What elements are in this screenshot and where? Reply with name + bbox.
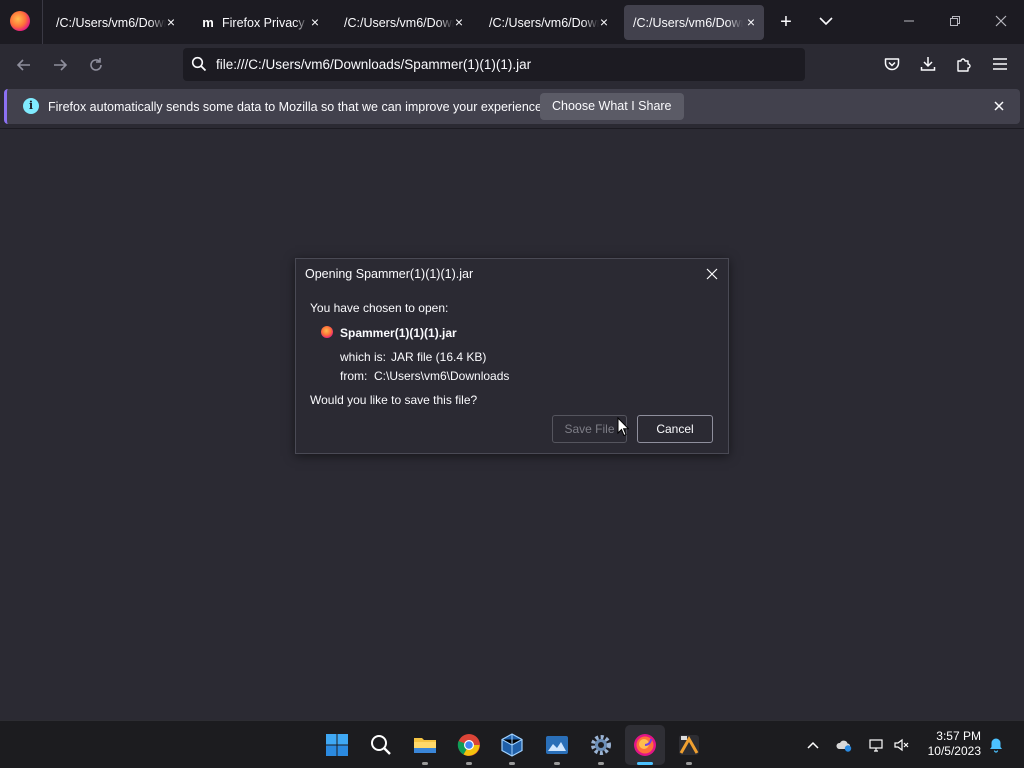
tab-close-icon[interactable]: × <box>164 15 178 29</box>
tab-label: Firefox Privacy Notice <box>222 15 308 30</box>
chevron-down-icon[interactable] <box>818 13 834 29</box>
tab-firefox-privacy[interactable]: m Firefox Privacy Notice × <box>190 5 328 40</box>
tab-label: /C:/Users/vm6/Downloads/ <box>489 15 599 30</box>
virtualbox-icon[interactable] <box>500 733 524 757</box>
dialog-close-icon[interactable] <box>705 267 719 281</box>
running-indicator <box>422 762 428 765</box>
reload-icon[interactable] <box>87 56 105 74</box>
minimize-icon[interactable] <box>902 14 916 28</box>
app-icon[interactable] <box>677 733 701 757</box>
open-file-dialog: Opening Spammer(1)(1)(1).jar You have ch… <box>295 258 729 454</box>
tab-close-icon[interactable]: × <box>744 15 758 29</box>
file-type-value: JAR file (16.4 KB) <box>391 350 487 364</box>
extensions-icon[interactable] <box>955 55 973 73</box>
running-indicator <box>554 762 560 765</box>
volume-muted-icon[interactable] <box>893 737 909 753</box>
tab-label: /C:/Users/vm6/Downloads/ <box>633 15 743 30</box>
tab-label: /C:/Users/vm6/Downloads/ <box>56 15 166 30</box>
notification-message: Firefox automatically sends some data to… <box>48 100 546 114</box>
navigation-bar: file:///C:/Users/vm6/Downloads/Spammer(1… <box>0 44 1024 86</box>
new-tab-plus-icon[interactable]: + <box>776 12 796 32</box>
content-divider <box>0 128 1024 129</box>
running-indicator <box>509 762 515 765</box>
firefox-logo-icon[interactable] <box>10 11 30 31</box>
file-explorer-icon[interactable] <box>413 733 437 757</box>
tab-downloads-2[interactable]: /C:/Users/vm6/Downloads/ × <box>334 5 472 40</box>
cancel-button[interactable]: Cancel <box>637 415 713 443</box>
active-indicator <box>637 762 653 765</box>
hamburger-menu-icon[interactable] <box>991 55 1009 73</box>
source-path-value: C:\Users\vm6\Downloads <box>374 369 510 383</box>
start-icon[interactable] <box>325 733 349 757</box>
url-text[interactable]: file:///C:/Users/vm6/Downloads/Spammer(1… <box>216 57 531 72</box>
tab-close-icon[interactable]: × <box>308 15 322 29</box>
chevron-up-icon[interactable] <box>805 737 821 753</box>
save-question: Would you like to save this file? <box>310 393 478 407</box>
clock-date: 10/5/2023 <box>927 744 981 758</box>
data-collection-notification: i Firefox automatically sends some data … <box>4 89 1020 124</box>
system-clock[interactable]: 3:57 PM 10/5/2023 <box>928 729 981 759</box>
tab-label: /C:/Users/vm6/Downloads/ <box>344 15 454 30</box>
firefox-icon[interactable] <box>633 733 657 757</box>
photos-icon[interactable] <box>545 733 569 757</box>
info-icon: i <box>23 98 39 114</box>
mozilla-m-icon: m <box>202 14 214 30</box>
notification-close-icon[interactable] <box>992 99 1006 113</box>
notification-bell-icon[interactable] <box>988 737 1004 753</box>
windows-taskbar: 3:57 PM 10/5/2023 <box>0 720 1024 768</box>
dialog-title: Opening Spammer(1)(1)(1).jar <box>305 267 474 281</box>
tab-strip-separator <box>42 0 43 44</box>
pocket-icon[interactable] <box>883 55 901 73</box>
address-bar[interactable]: file:///C:/Users/vm6/Downloads/Spammer(1… <box>183 48 805 81</box>
save-file-button[interactable]: Save File <box>552 415 627 443</box>
running-indicator <box>598 762 604 765</box>
chrome-icon[interactable] <box>457 733 481 757</box>
file-name: Spammer(1)(1)(1).jar <box>340 326 457 340</box>
search-icon[interactable] <box>369 733 393 757</box>
back-arrow-icon[interactable] <box>15 56 33 74</box>
running-indicator <box>466 762 472 765</box>
search-icon <box>191 56 207 72</box>
network-icon[interactable] <box>868 737 884 753</box>
downloads-icon[interactable] <box>919 55 937 73</box>
tab-downloads-1[interactable]: /C:/Users/vm6/Downloads/ × <box>46 5 184 40</box>
cloud-info-icon[interactable] <box>836 737 852 753</box>
restore-icon[interactable] <box>948 14 962 28</box>
tab-strip: /C:/Users/vm6/Downloads/ × m Firefox Pri… <box>0 0 1024 44</box>
which-is-label: which is: <box>340 350 387 364</box>
running-indicator <box>686 762 692 765</box>
from-label: from: <box>340 369 368 383</box>
tab-close-icon[interactable]: × <box>597 15 611 29</box>
chosen-to-open-label: You have chosen to open: <box>310 301 449 315</box>
tab-close-icon[interactable]: × <box>452 15 466 29</box>
firefox-file-icon <box>321 326 333 338</box>
window-close-icon[interactable] <box>994 14 1008 28</box>
forward-arrow-icon[interactable] <box>51 56 69 74</box>
tab-downloads-3[interactable]: /C:/Users/vm6/Downloads/ × <box>479 5 617 40</box>
settings-icon[interactable] <box>589 733 613 757</box>
tab-downloads-active[interactable]: /C:/Users/vm6/Downloads/ × <box>624 5 764 40</box>
mouse-cursor-icon <box>617 417 629 437</box>
clock-time: 3:57 PM <box>936 729 981 743</box>
choose-what-i-share-button[interactable]: Choose What I Share <box>540 93 684 120</box>
